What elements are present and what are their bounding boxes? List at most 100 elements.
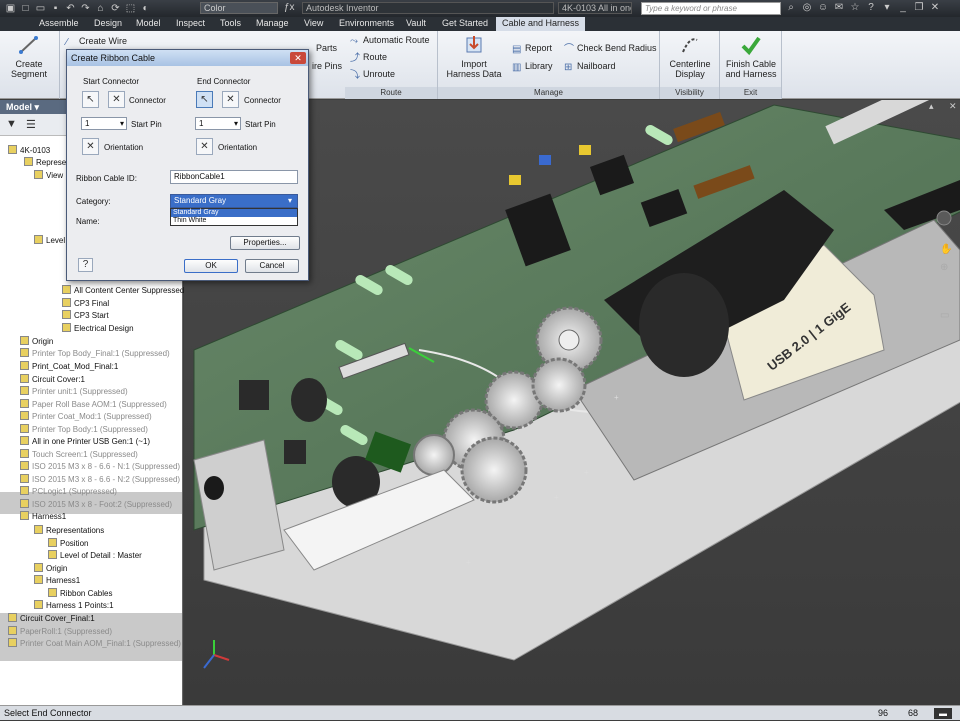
automatic-route-button[interactable]: ⤳ Automatic Route — [350, 35, 430, 47]
browser-node[interactable]: Harness1 — [20, 511, 66, 523]
viewport-close-icon[interactable]: ✕ — [949, 101, 957, 111]
create-wire-button[interactable]: ∕ Create Wire — [66, 36, 127, 48]
tab-vault[interactable]: Vault — [400, 17, 432, 31]
options-icon[interactable]: ☰ — [26, 118, 36, 131]
binoculars-icon[interactable]: ⌕ — [785, 1, 797, 15]
browser-node[interactable]: Ribbon Cables — [48, 588, 112, 600]
check-bend-radius-button[interactable]: ⌒ Check Bend Radius — [564, 43, 657, 55]
browser-node[interactable]: Representations — [34, 525, 104, 537]
status-icon[interactable]: ▬ — [934, 708, 952, 719]
browser-node[interactable]: Printer Coat_Mod:1 (Suppressed) — [20, 411, 152, 423]
browser-node[interactable]: Represe — [24, 157, 66, 169]
ribbon-cable-id-input[interactable]: RibbonCable1 — [170, 170, 298, 184]
tab-inspect[interactable]: Inspect — [170, 17, 211, 31]
home-icon[interactable]: ⌂ — [94, 2, 107, 15]
browser-node[interactable]: Paper Roll Base AOM:1 (Suppressed) — [20, 399, 167, 411]
browser-node[interactable]: ISO 2015 M3 x 8 - Foot:2 (Suppressed) — [20, 499, 172, 511]
browser-node[interactable]: CP3 Start — [62, 310, 109, 322]
browser-node[interactable]: ISO 2015 M3 x 8 - 6.6 - N:2 (Suppressed) — [20, 474, 180, 486]
redo-icon[interactable]: ↷ — [79, 2, 92, 15]
tab-view[interactable]: View — [298, 17, 329, 31]
start-orientation-icon[interactable]: ✕ — [82, 138, 99, 155]
centerline-display-button[interactable]: Centerline Display — [664, 34, 716, 79]
tab-design[interactable]: Design — [88, 17, 128, 31]
close-icon[interactable]: ✕ — [929, 1, 941, 15]
library-button[interactable]: ▥ Library — [512, 61, 553, 73]
minimize-icon[interactable]: _ — [897, 1, 909, 15]
browser-node[interactable]: Electrical Design — [62, 323, 134, 335]
tab-tools[interactable]: Tools — [214, 17, 247, 31]
browser-node[interactable]: Circuit Cover_Final:1 — [8, 613, 95, 625]
start-select-arrow-icon[interactable]: ↖ — [82, 91, 99, 108]
app-menu-icon[interactable]: ▣ — [4, 2, 17, 15]
browser-node[interactable]: Level of Detail : Master — [48, 550, 142, 562]
browser-node[interactable]: Level — [34, 235, 65, 247]
appearance-combo[interactable]: Color — [200, 2, 278, 14]
communication-icon[interactable]: ✉ — [833, 1, 845, 15]
update-icon[interactable]: ⟳ — [109, 2, 122, 15]
finish-cable-button[interactable]: Finish Cable and Harness — [722, 34, 780, 79]
import-harness-button[interactable]: Import Harness Data — [444, 34, 504, 79]
restore-icon[interactable]: ❐ — [913, 1, 925, 15]
open-icon[interactable]: ▭ — [34, 2, 47, 15]
favorites-icon[interactable]: ☆ — [849, 1, 861, 15]
menu-icon[interactable]: ▾ — [881, 1, 893, 15]
search-input[interactable]: Type a keyword or phrase — [641, 2, 781, 15]
browser-node[interactable]: Print_Coat_Mod_Final:1 — [20, 361, 118, 373]
category-option-thin-white[interactable]: Thin White — [171, 217, 297, 225]
route-button[interactable]: ⤴ Route — [350, 52, 387, 64]
browser-node[interactable]: PaperRoll:1 (Suppressed) — [8, 626, 112, 638]
params-icon[interactable]: ƒx — [284, 2, 295, 13]
create-segment-button[interactable]: Create Segment — [4, 34, 54, 79]
unroute-button[interactable]: ⤵ Unroute — [350, 69, 395, 81]
select-icon[interactable]: ⬚ — [124, 2, 137, 15]
tab-model[interactable]: Model — [130, 17, 167, 31]
save-icon[interactable]: ▪ — [49, 2, 62, 15]
end-select-arrow-icon[interactable]: ↖ — [196, 91, 213, 108]
browser-node[interactable]: Printer Coat Main AOM_Final:1 (Suppresse… — [8, 638, 181, 650]
viewport-restore-icon[interactable]: ▴ — [929, 101, 934, 111]
nailboard-button[interactable]: ⊞ Nailboard — [564, 61, 616, 73]
properties-button[interactable]: Properties... — [230, 236, 300, 250]
material-icon[interactable]: ◐ — [139, 2, 152, 15]
ok-button[interactable]: OK — [184, 259, 238, 273]
browser-node[interactable]: Harness1 — [34, 575, 80, 587]
end-start-pin-select[interactable]: 1 — [195, 117, 241, 130]
browser-node[interactable]: View — [34, 170, 63, 182]
browser-node[interactable]: Position — [48, 538, 88, 550]
browser-node[interactable]: All in one Printer USB Gen:1 (~1) — [20, 436, 150, 448]
help-icon[interactable]: ? — [865, 1, 877, 15]
dialog-close-icon[interactable]: ✕ — [290, 52, 306, 64]
browser-node[interactable]: PCLogic1 (Suppressed) — [20, 486, 117, 498]
report-button[interactable]: ▤ Report — [512, 43, 552, 55]
chevron-down-icon[interactable]: ▾ — [288, 196, 292, 205]
tab-get-started[interactable]: Get Started — [436, 17, 494, 31]
browser-node[interactable]: All Content Center Suppressed — [62, 285, 184, 297]
browser-node[interactable]: Printer unit:1 (Suppressed) — [20, 386, 128, 398]
wire-pins-button[interactable]: ire Pins — [312, 61, 342, 72]
browser-node[interactable]: 4K-0103 — [8, 145, 50, 157]
browser-node[interactable]: Printer Top Body:1 (Suppressed) — [20, 424, 148, 436]
tab-cable-and-harness[interactable]: Cable and Harness — [496, 17, 586, 31]
browser-node[interactable]: Printer Top Body_Final:1 (Suppressed) — [20, 348, 170, 360]
undo-icon[interactable]: ↶ — [64, 2, 77, 15]
cancel-button[interactable]: Cancel — [245, 259, 299, 273]
tab-assemble[interactable]: Assemble — [33, 17, 85, 31]
help-icon[interactable]: ? — [78, 258, 93, 272]
category-option-standard-gray[interactable]: Standard Gray — [171, 209, 297, 217]
filter-icon[interactable]: ▼ — [6, 118, 17, 130]
tab-manage[interactable]: Manage — [250, 17, 295, 31]
end-connector-button[interactable]: ✕ — [222, 91, 239, 108]
user-icon[interactable]: ☺ — [817, 1, 829, 15]
browser-node[interactable]: Origin — [20, 336, 53, 348]
new-icon[interactable]: □ — [19, 2, 32, 15]
tab-environments[interactable]: Environments — [333, 17, 400, 31]
browser-node[interactable]: Origin — [34, 563, 67, 575]
category-select[interactable]: Standard Gray — [170, 194, 298, 208]
parts-button[interactable]: Parts — [316, 43, 337, 54]
browser-node[interactable]: Circuit Cover:1 — [20, 374, 85, 386]
start-connector-button[interactable]: ✕ — [108, 91, 125, 108]
subscription-icon[interactable]: ◎ — [801, 1, 813, 15]
browser-node[interactable]: CP3 Final — [62, 298, 109, 310]
browser-node[interactable]: Touch Screen:1 (Suppressed) — [20, 449, 138, 461]
